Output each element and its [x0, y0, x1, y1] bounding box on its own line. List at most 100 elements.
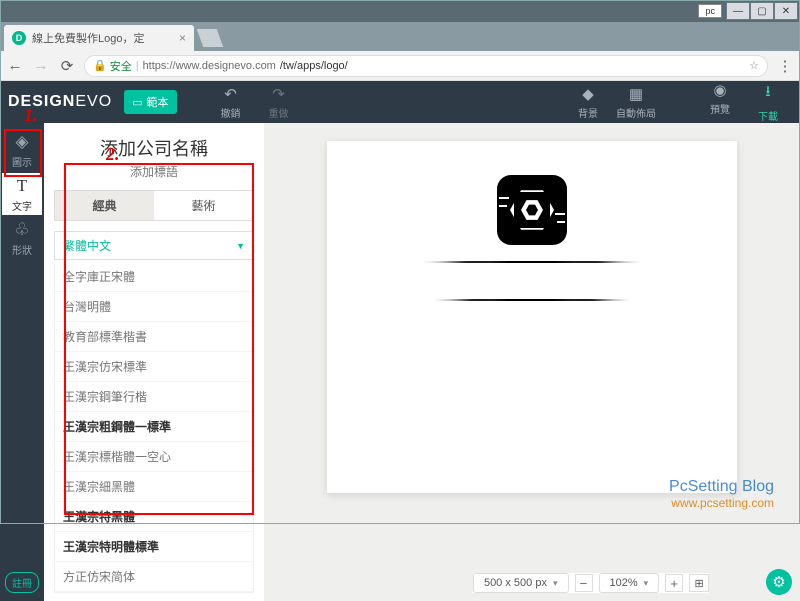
undo-icon: ↶	[224, 85, 237, 103]
logo-company-name[interactable]	[422, 261, 642, 263]
brand-b: EVO	[75, 93, 112, 110]
url-path: /tw/apps/logo/	[280, 60, 348, 72]
tab-art[interactable]: 藝術	[154, 191, 253, 220]
zoom-value: 102%	[609, 577, 637, 589]
download-icon: ⭳	[765, 81, 770, 106]
background-label: 背景	[578, 105, 598, 120]
secure-indicator: 🔒 安全	[93, 58, 132, 74]
annotation-label-1: 1.	[24, 105, 38, 126]
tab-close-icon[interactable]: ×	[179, 31, 186, 45]
rail-icon-tab[interactable]: ◈ 圖示	[2, 129, 42, 171]
font-item[interactable]: 方正仿宋简体	[55, 562, 253, 592]
window-minimize-button[interactable]: —	[726, 2, 750, 20]
browser-tab-strip: D 線上免費製作Logo，定 ×	[0, 22, 800, 51]
download-label: 下載	[758, 108, 778, 123]
url-host: https://www.designevo.com	[143, 60, 276, 72]
font-item[interactable]: 王漢宗細黑體	[55, 472, 253, 502]
redo-label: 重做	[269, 105, 289, 120]
zoom-out-button[interactable]: −	[574, 574, 592, 592]
browser-tab[interactable]: D 線上免費製作Logo，定 ×	[4, 25, 194, 51]
tab-title: 線上免費製作Logo，定	[32, 30, 144, 46]
rail-text-tab[interactable]: T 文字	[2, 173, 42, 215]
window-titlebar: pc — ▢ ✕	[0, 0, 800, 22]
redo-icon: ↷	[272, 85, 285, 103]
eye-icon: ◉	[713, 81, 726, 99]
zoom-controls: 500 x 500 px − 102% + ⊞	[473, 573, 709, 593]
language-select[interactable]: 繁體中文 ▼	[54, 231, 254, 260]
logo-mark[interactable]	[497, 175, 567, 245]
zoom-in-button[interactable]: +	[665, 574, 683, 592]
download-button[interactable]: ⭳ 下載	[744, 81, 792, 123]
text-panel: 添加公司名稱 添加標語 經典 藝術 繁體中文 ▼ 全字庫正宋體台灣明體教育部標準…	[44, 123, 264, 601]
undo-label: 撤銷	[221, 105, 241, 120]
forward-button[interactable]: →	[32, 57, 50, 74]
brand-a: DESIGN	[8, 93, 75, 110]
app-toolbar: DESIGNEVO ▭ 範本 ↶ 撤銷 ↷ 重做 ◆ 背景 ▦ 自動佈局 ◉ 預覽 ⭳ 下載	[0, 81, 800, 123]
address-bar[interactable]: 🔒 安全 | https://www.designevo.com/tw/apps…	[84, 55, 768, 77]
rail-icon-label: 圖示	[12, 154, 32, 169]
lock-icon: 🔒	[93, 59, 107, 72]
font-item[interactable]: 王漢宗特明體標準	[55, 532, 253, 562]
window-close-button[interactable]: ✕	[774, 2, 798, 20]
window-maximize-button[interactable]: ▢	[750, 2, 774, 20]
template-icon: ▭	[132, 96, 142, 109]
logo-slogan[interactable]	[432, 299, 632, 301]
zoom-level-select[interactable]: 102%	[598, 573, 659, 593]
layout-button[interactable]: ▦ 自動佈局	[612, 85, 660, 120]
font-item[interactable]: 教育部標準楷書	[55, 322, 253, 352]
shape-icon: ♧	[14, 220, 29, 240]
tab-classic[interactable]: 經典	[55, 191, 154, 220]
undo-button[interactable]: ↶ 撤銷	[207, 85, 255, 120]
grid-toggle-button[interactable]: ⊞	[689, 574, 709, 592]
pc-tag: pc	[698, 4, 722, 18]
browser-menu-icon[interactable]: ⋮	[776, 57, 794, 75]
settings-gear-button[interactable]: ⚙	[766, 569, 792, 595]
font-item[interactable]: 王漢宗鋼筆行楷	[55, 382, 253, 412]
layout-icon: ▦	[629, 85, 643, 103]
template-button[interactable]: ▭ 範本	[124, 90, 176, 114]
reload-button[interactable]: ⟳	[58, 57, 76, 75]
canvas-size-select[interactable]: 500 x 500 px	[473, 573, 569, 593]
chevron-down-icon: ▼	[236, 241, 245, 251]
redo-button[interactable]: ↷ 重做	[255, 85, 303, 120]
font-item[interactable]: 王漢宗特黑體	[55, 502, 253, 532]
add-company-name[interactable]: 添加公司名稱	[54, 135, 254, 161]
template-label: 範本	[147, 94, 169, 110]
font-item[interactable]: 台灣明體	[55, 292, 253, 322]
rail-shape-tab[interactable]: ♧ 形狀	[2, 217, 42, 259]
secure-label: 安全	[110, 58, 132, 74]
browser-toolbar: ← → ⟳ 🔒 安全 | https://www.designevo.com/t…	[0, 51, 800, 81]
font-list: 全字庫正宋體台灣明體教育部標準楷書王漢宗仿宋標準王漢宗鋼筆行楷王漢宗粗鋼體一標準…	[54, 262, 254, 593]
drop-icon: ◆	[582, 85, 594, 103]
font-item[interactable]: 王漢宗標楷體一空心	[55, 442, 253, 472]
bookmark-star-icon[interactable]: ☆	[749, 59, 759, 72]
font-item[interactable]: 全字庫正宋體	[55, 262, 253, 292]
preview-button[interactable]: ◉ 預覽	[696, 81, 744, 123]
text-icon: T	[17, 176, 27, 196]
add-slogan[interactable]: 添加標語	[54, 163, 254, 180]
left-rail: ◈ 圖示 T 文字 ♧ 形狀 註冊	[0, 123, 44, 601]
language-value: 繁體中文	[63, 237, 111, 254]
diamond-icon: ◈	[15, 132, 28, 152]
register-button[interactable]: 註冊	[5, 572, 39, 593]
preview-label: 預覽	[710, 101, 730, 116]
watermark: PcSetting Blog www.pcsetting.com	[669, 478, 774, 510]
rail-shape-label: 形狀	[12, 242, 32, 257]
back-button[interactable]: ←	[6, 57, 24, 74]
font-item[interactable]: 王漢宗仿宋標準	[55, 352, 253, 382]
layout-label: 自動佈局	[616, 105, 656, 120]
designevo-app: DESIGNEVO ▭ 範本 ↶ 撤銷 ↷ 重做 ◆ 背景 ▦ 自動佈局 ◉ 預覽 ⭳ 下載…	[0, 81, 800, 520]
canvas-size-label: 500 x 500 px	[484, 577, 547, 589]
rail-text-label: 文字	[12, 198, 32, 213]
canvas-area: 500 x 500 px − 102% + ⊞ ⚙	[264, 123, 800, 601]
font-category-tabs: 經典 藝術	[54, 190, 254, 221]
favicon-icon: D	[12, 31, 26, 45]
font-item[interactable]: 王漢宗粗鋼體一標準	[55, 412, 253, 442]
background-button[interactable]: ◆ 背景	[564, 85, 612, 120]
new-tab-button[interactable]	[197, 29, 224, 47]
logo-canvas[interactable]	[327, 141, 737, 493]
annotation-label-2: 2.	[106, 144, 120, 165]
app-body: ◈ 圖示 T 文字 ♧ 形狀 註冊 添加公司名稱 添加標語 經典 藝術 繁體中文 ▼ …	[0, 123, 800, 601]
watermark-title: PcSetting Blog	[669, 478, 774, 496]
watermark-url: www.pcsetting.com	[669, 496, 774, 510]
